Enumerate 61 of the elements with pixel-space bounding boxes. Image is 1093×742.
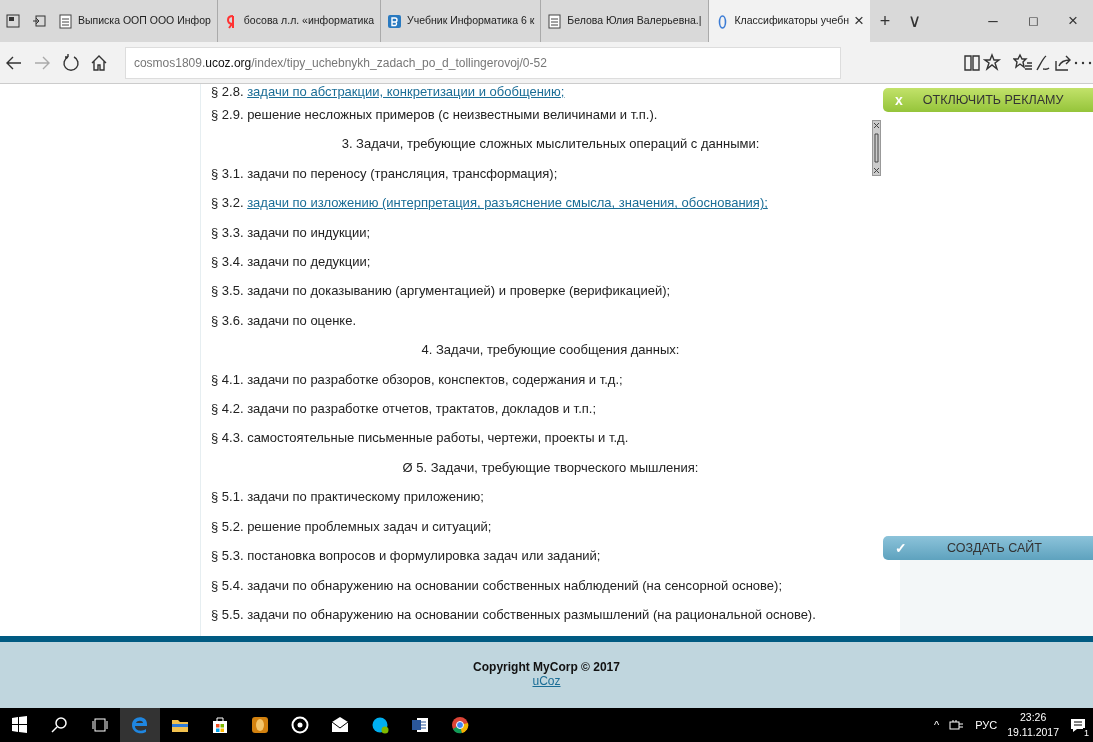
document-icon — [547, 13, 563, 29]
close-strip-icon[interactable] — [872, 120, 881, 176]
section-heading: Ø 5. Задачи, требующие творческого мышления: — [401, 458, 700, 477]
list-item-text: § 3.4. задачи по дедукции; — [211, 253, 372, 272]
list-item-text: § 5.4. задачи по обнаружению на основании собственных наблюдений (на сенсорной основе); — [211, 576, 783, 595]
set-aside-tabs-icon[interactable] — [32, 14, 46, 28]
windows-logo-icon[interactable] — [10, 715, 30, 735]
copyright-text: Copyright MyCorp © 2017 — [472, 660, 621, 674]
star-icon[interactable] — [982, 52, 1003, 73]
shopping-bag-icon[interactable] — [210, 715, 230, 735]
task-view-icon[interactable] — [90, 715, 110, 735]
list-item-text: § 3.5. задачи по доказыванию (аргументацией) и проверке (верификацией); — [211, 282, 672, 301]
list-item-text: § 4.2. задачи по разработке отчетов, трактатов, докладов и т.п.; — [211, 400, 597, 419]
document-icon — [58, 13, 73, 29]
favorites-icon[interactable] — [1013, 52, 1033, 73]
section-heading: 4. Задачи, требующие сообщения данных: — [420, 341, 681, 360]
list-item-text: § 5.2. решение проблемных задач и ситуаций; — [211, 517, 493, 536]
notification-icon[interactable] — [1069, 716, 1087, 735]
disable-ads-button[interactable]: x ОТКЛЮЧИТЬ РЕКЛАМУ — [883, 88, 1093, 112]
letter-icon — [387, 13, 403, 29]
list-item-text: § 3.6. задачи по оценке. — [211, 311, 357, 330]
clock-date[interactable]: 19.11.2017 — [1007, 725, 1059, 740]
language-indicator[interactable]: РУС — [975, 716, 998, 734]
section-number: § 2.8. — [211, 84, 244, 99]
refresh-icon[interactable] — [60, 52, 81, 73]
footer-link[interactable]: uCoz — [532, 674, 561, 688]
disc-icon[interactable] — [290, 715, 310, 735]
envelope-icon[interactable] — [330, 715, 350, 735]
close-tab-button[interactable]: × — [854, 8, 864, 34]
section-number: § 3.2. — [211, 195, 244, 211]
list-item-text: § 2.9. решение несложных примеров (с неизвестными величинами и т.п.). — [211, 106, 659, 124]
coin-icon[interactable] — [250, 715, 270, 735]
list-item-text: § 3.1. задачи по переносу (трансляция, трансформация); — [211, 164, 559, 183]
browser-tab[interactable]: Классификаторы учебн × — [708, 0, 870, 42]
create-site-button[interactable]: ✓ СОЗДАТЬ САЙТ — [883, 536, 1093, 560]
item-link[interactable]: задачи по абстракции, конкретизации и обобщению; — [247, 84, 565, 99]
list-item-text: § 5.5. задачи по обнаружению на основании собственных размышлений (на рациональной основе). — [211, 605, 817, 624]
power-plug-icon[interactable] — [949, 718, 966, 732]
letter-e-icon[interactable] — [130, 715, 150, 735]
item-link[interactable]: задачи по изложению (интерпретация, разъяснение смысла, значения, обоснования); — [247, 195, 768, 211]
show-hidden-icons-button[interactable]: ^ — [934, 716, 940, 734]
skype-icon[interactable] — [370, 715, 390, 735]
restore-button[interactable]: ◻ — [1013, 0, 1053, 42]
list-item-text: § 5.3. постановка вопросов и формулировка задач или заданий; — [211, 547, 602, 566]
search-icon[interactable] — [50, 715, 70, 735]
browser-icon[interactable] — [450, 715, 470, 735]
tab-menu-button[interactable]: ∨ — [899, 0, 930, 42]
minimize-button[interactable]: – — [973, 0, 1013, 42]
clock-time[interactable]: 23:26 — [1019, 710, 1047, 725]
list-item-text: § 3.3. задачи по индукции; — [211, 223, 372, 242]
reading-view-icon[interactable] — [962, 52, 983, 73]
document-icon[interactable] — [410, 715, 430, 735]
address-field[interactable]: cosmos1809.ucoz.org/index/tipy_uchebnykh_zadach_po_d_tollingerovoj/0-52 — [124, 46, 841, 79]
list-item-text: § 5.1. задачи по практическому приложению; — [211, 488, 485, 507]
new-tab-button[interactable]: + — [869, 0, 900, 42]
section-heading: 3. Задачи, требующие сложных мыслительных операций с данными: — [340, 135, 761, 154]
notification-count: 1 — [1083, 728, 1090, 739]
list-item-text: § 4.1. задачи по разработке обзоров, конспектов, содержания и т.д.; — [211, 370, 624, 389]
tab-preview-icon[interactable] — [6, 14, 20, 28]
close-button[interactable]: × — [1053, 0, 1093, 42]
list-item-text: § 4.3. самостоятельные письменные работы, чертежи, проекты и т.д. — [211, 429, 630, 448]
